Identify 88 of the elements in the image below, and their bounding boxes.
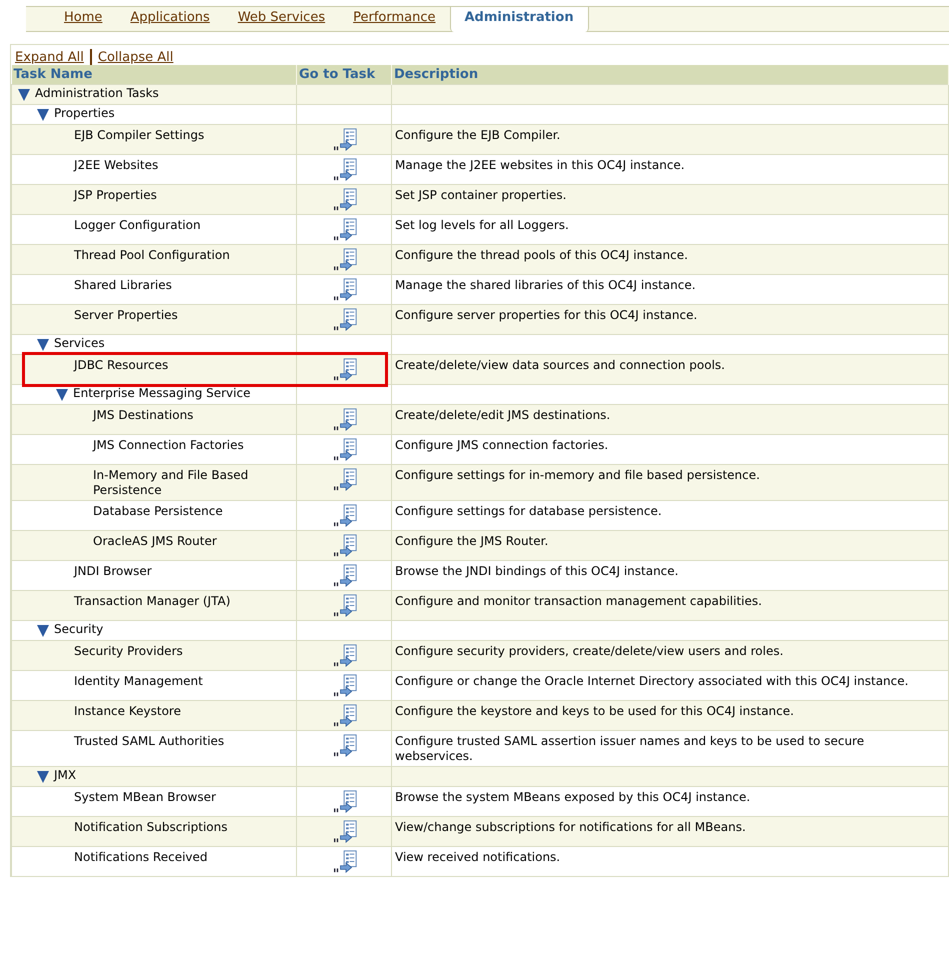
task-name: OracleAS JMS Router [93, 534, 217, 549]
task-name: Thread Pool Configuration [74, 248, 230, 263]
go-to-task-icon[interactable] [333, 704, 359, 728]
task-description: Configure and monitor transaction management capabilities. [395, 594, 762, 608]
task-name: JDBC Resources [74, 358, 168, 373]
task-name: Security Providers [74, 644, 183, 659]
task-description: Browse the system MBeans exposed by this OC4J instance. [395, 790, 750, 804]
nav-tab[interactable]: Home [50, 7, 116, 31]
group-label: JMX [54, 768, 76, 783]
task-description: Browse the JNDI bindings of this OC4J instance. [395, 564, 678, 578]
task-name: Transaction Manager (JTA) [74, 594, 230, 609]
task-description: Create/delete/edit JMS destinations. [395, 408, 610, 422]
collapse-all-link[interactable]: Collapse All [98, 50, 174, 64]
collapse-toggle[interactable] [36, 106, 52, 123]
nav-tab[interactable]: Performance [339, 7, 450, 31]
task-description: Configure settings for database persistence. [395, 504, 662, 518]
task-description: Set JSP container properties. [395, 188, 566, 202]
task-description: Configure the keystore and keys to be used for this OC4J instance. [395, 704, 794, 718]
task-name: Instance Keystore [74, 704, 181, 719]
group-label: Administration Tasks [35, 86, 159, 101]
task-name: Server Properties [74, 308, 178, 323]
go-to-task-icon[interactable] [333, 158, 359, 182]
collapse-toggle[interactable] [55, 386, 71, 403]
go-to-task-icon[interactable] [333, 248, 359, 272]
task-description: Configure the thread pools of this OC4J instance. [395, 248, 688, 262]
go-to-task-icon[interactable] [333, 820, 359, 844]
go-to-task-icon[interactable] [333, 468, 359, 492]
column-header: Task Name [12, 65, 296, 84]
task-name: Database Persistence [93, 504, 223, 519]
go-to-task-icon[interactable] [333, 734, 359, 758]
go-to-task-icon[interactable] [333, 308, 359, 332]
task-name: Notifications Received [74, 850, 208, 865]
collapse-toggle[interactable] [36, 622, 52, 639]
task-description: Configure server properties for this OC4J instance. [395, 308, 698, 322]
expand-all-link[interactable]: Expand All [15, 50, 84, 64]
task-description: Configure security providers, create/delete/view users and roles. [395, 644, 784, 658]
task-name: System MBean Browser [74, 790, 216, 805]
task-name: JNDI Browser [74, 564, 152, 579]
task-description: View/change subscriptions for notifications for all MBeans. [395, 820, 746, 834]
group-label: Properties [54, 106, 115, 121]
task-name: Logger Configuration [74, 218, 201, 233]
nav-tab[interactable]: Applications [116, 7, 224, 31]
go-to-task-icon[interactable] [333, 408, 359, 432]
task-description: Configure or change the Oracle Internet Directory associated with this OC4J instance. [395, 674, 908, 688]
task-description: Configure trusted SAML assertion issuer names and keys to be used to secure webservices. [395, 734, 864, 763]
task-description: View received notifications. [395, 850, 560, 864]
task-name: J2EE Websites [74, 158, 158, 173]
task-description: Set log levels for all Loggers. [395, 218, 569, 232]
task-name: Trusted SAML Authorities [74, 734, 224, 749]
task-name: In-Memory and File Based Persistence [93, 468, 250, 498]
collapse-toggle[interactable] [17, 86, 33, 103]
go-to-task-icon[interactable] [333, 278, 359, 302]
go-to-task-icon[interactable] [333, 790, 359, 814]
go-to-task-icon[interactable] [333, 850, 359, 874]
go-to-task-icon[interactable] [333, 358, 359, 382]
task-description: Configure the EJB Compiler. [395, 128, 560, 142]
group-label: Security [54, 622, 104, 637]
task-description: Configure settings for in-memory and file based persistence. [395, 468, 760, 482]
go-to-task-icon[interactable] [333, 438, 359, 462]
task-name: Identity Management [74, 674, 203, 689]
task-name: Notification Subscriptions [74, 820, 228, 835]
go-to-task-icon[interactable] [333, 504, 359, 528]
task-name: Shared Libraries [74, 278, 172, 293]
nav-tab[interactable]: Administration [450, 7, 589, 32]
task-name: JSP Properties [74, 188, 157, 203]
task-description: Configure JMS connection factories. [395, 438, 608, 452]
task-description: Create/delete/view data sources and connection pools. [395, 358, 725, 372]
task-description: Manage the shared libraries of this OC4J instance. [395, 278, 696, 292]
task-description: Manage the J2EE websites in this OC4J instance. [395, 158, 685, 172]
task-description: Configure the JMS Router. [395, 534, 548, 548]
task-name: JMS Destinations [93, 408, 194, 423]
group-label: Enterprise Messaging Service [73, 386, 250, 401]
column-header: Description [392, 65, 948, 84]
go-to-task-icon[interactable] [333, 674, 359, 698]
go-to-task-icon[interactable] [333, 594, 359, 618]
go-to-task-icon[interactable] [333, 188, 359, 212]
go-to-task-icon[interactable] [333, 644, 359, 668]
go-to-task-icon[interactable] [333, 128, 359, 152]
task-name: JMS Connection Factories [93, 438, 244, 453]
go-to-task-icon[interactable] [333, 218, 359, 242]
collapse-toggle[interactable] [36, 768, 52, 785]
task-name: EJB Compiler Settings [74, 128, 204, 143]
go-to-task-icon[interactable] [333, 534, 359, 558]
group-label: Services [54, 336, 105, 351]
collapse-toggle[interactable] [36, 336, 52, 353]
nav-tab[interactable]: Web Services [224, 7, 340, 31]
column-header: Go to Task [296, 65, 392, 84]
go-to-task-icon[interactable] [333, 564, 359, 588]
